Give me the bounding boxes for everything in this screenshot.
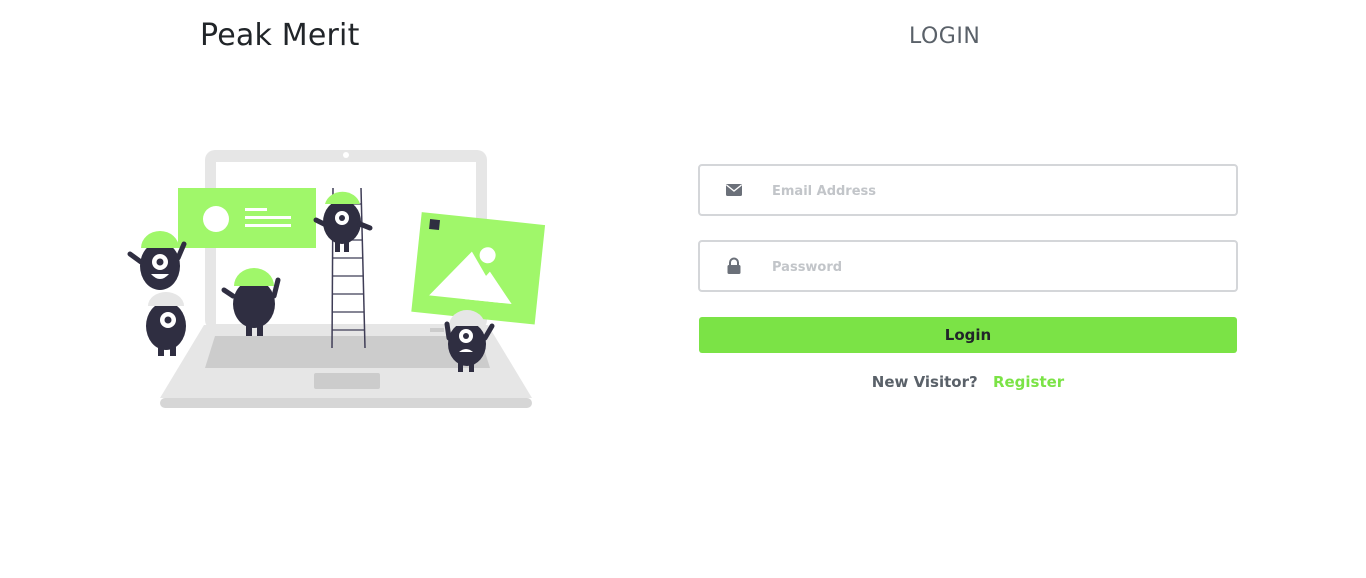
login-button[interactable]: Login — [699, 317, 1237, 353]
register-link[interactable]: Register — [993, 373, 1064, 391]
password-input[interactable] — [770, 242, 1224, 292]
new-visitor-text: New Visitor? — [871, 373, 978, 391]
login-page: Peak Merit LOGIN Email Address Login New… — [0, 0, 1366, 578]
email-input[interactable] — [770, 166, 1224, 216]
email-field[interactable] — [698, 164, 1238, 216]
password-field[interactable] — [698, 240, 1238, 292]
register-prompt: New Visitor? Register — [699, 373, 1237, 391]
brand-title: Peak Merit — [200, 18, 360, 53]
form-title: LOGIN — [909, 24, 981, 49]
laptop-monsters-illustration — [127, 150, 546, 408]
envelope-icon — [726, 184, 742, 196]
lock-icon — [727, 257, 741, 274]
